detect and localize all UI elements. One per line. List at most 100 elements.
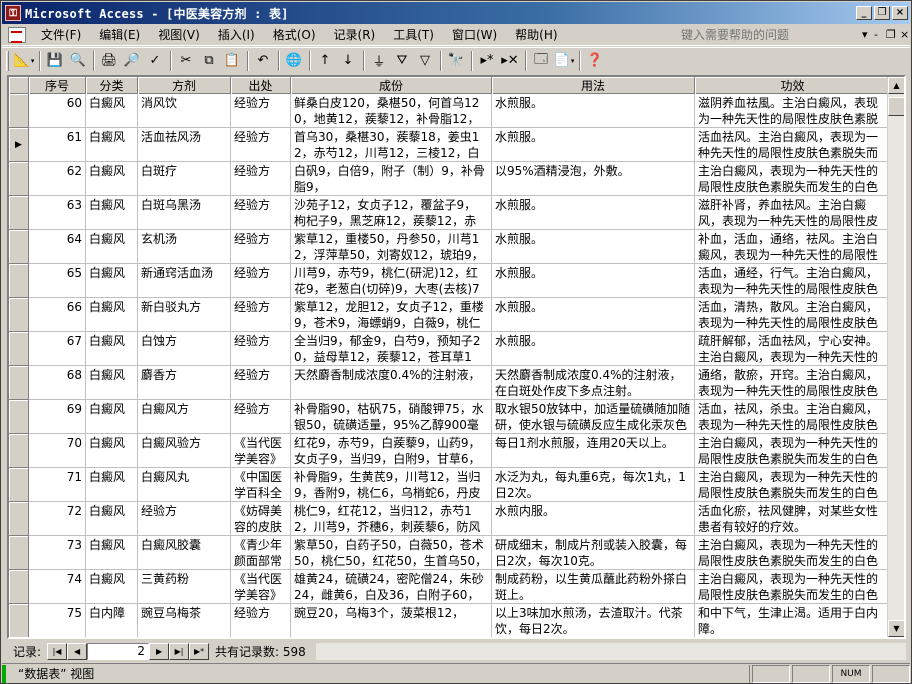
hyperlink-icon[interactable]: 🌐	[283, 50, 305, 72]
cell-formula[interactable]: 白斑乌黑汤	[138, 196, 231, 230]
cell-id[interactable]: 76	[29, 638, 86, 639]
current-record-input[interactable]: 2	[87, 642, 150, 660]
file-search-icon[interactable]: 🔍	[67, 50, 89, 72]
cell-formula[interactable]: 黄耆鲜胡芹	[138, 638, 231, 639]
row-selector[interactable]	[9, 468, 29, 502]
cell-ingredients[interactable]: 豌豆20，乌梅3个，菠菜根12，	[291, 604, 492, 637]
menu-edit[interactable]: 编辑(E)	[90, 25, 149, 45]
cell-formula[interactable]: 白癜风胶囊	[138, 536, 231, 570]
view-design-icon[interactable]: 📐 ▾	[13, 50, 35, 72]
cell-id[interactable]: 67	[29, 332, 86, 366]
cell-effect[interactable]: 通络，散瘀，开窍。主治白癜风，表现为一种先天性的局限性皮肤色素脱	[695, 366, 891, 400]
cell-category[interactable]: 白癜风	[86, 536, 138, 570]
cell-source[interactable]: 经验方	[231, 604, 291, 637]
table-row[interactable]: 71 白癜风 白癜风丸 《中国医学百科全 补骨脂9，生黄芪9，川芎12，当归9，香附9，…	[9, 468, 891, 502]
cell-category[interactable]: 白癜风	[86, 230, 138, 264]
cell-id[interactable]: 60	[29, 94, 86, 128]
row-selector[interactable]	[9, 502, 29, 536]
sort-ascending-icon[interactable]: ↑	[314, 50, 336, 72]
cell-id[interactable]: 65	[29, 264, 86, 298]
first-record-icon[interactable]: |◀	[47, 642, 68, 660]
filter-by-selection-icon[interactable]: ⏚	[368, 50, 390, 72]
menu-records[interactable]: 记录(R)	[325, 25, 385, 45]
cell-ingredients[interactable]: 紫草12，龙胆12，女贞子12，重楼9，苍术9，海螵蛸9，白薇9，桃仁	[291, 298, 492, 332]
cell-source[interactable]: 经验方	[231, 162, 291, 196]
cell-source[interactable]: 经验方	[231, 128, 291, 162]
mdi-restore-button[interactable]: ❐	[886, 28, 896, 41]
table-row[interactable]: 67 白癜风 白蚀方 经验方 全当归9，郁金9，白芍9，预知子20，益母草12，蒺藜12…	[9, 332, 891, 366]
cell-usage[interactable]: 天然麝香制成浓度0.4%的注射液，在白斑处作皮下多点注射。	[492, 366, 695, 400]
table-document-icon[interactable]	[8, 26, 26, 43]
cell-id[interactable]: 66	[29, 298, 86, 332]
row-selector[interactable]: ▶	[9, 128, 29, 162]
cell-usage[interactable]: 水煎服。	[492, 196, 695, 230]
cell-usage[interactable]: 以上3味加水煎汤，去渣取汁。代茶饮，每日2次。	[492, 604, 695, 637]
cell-category[interactable]: 白癜风	[86, 332, 138, 366]
cell-source[interactable]: 经验方	[231, 332, 291, 366]
cell-effect[interactable]: 活血，通经，行气。主治白癜风，表现为一种先天性的局限性皮肤色素脱	[695, 264, 891, 298]
mdi-dropdown-icon[interactable]: ▾	[862, 28, 868, 41]
cell-id[interactable]: 61	[29, 128, 86, 162]
database-window-icon[interactable]: 🗔	[530, 50, 552, 72]
mdi-minimize-button[interactable]: -	[874, 28, 878, 41]
cell-usage[interactable]: 每日1剂水煎服，连用20天以上。	[492, 434, 695, 468]
menu-insert[interactable]: 插入(I)	[209, 25, 264, 45]
cell-effect[interactable]: 主治白癜风，表现为一种先天性的局限性皮肤色素脱失而发生的白色斑片	[695, 162, 891, 196]
row-selector[interactable]	[9, 638, 29, 639]
cell-category[interactable]: 白癜风	[86, 298, 138, 332]
table-row[interactable]: 63 白癜风 白斑乌黑汤 经验方 沙苑子12，女贞子12，覆盆子9，枸杞子9，黑芝麻12…	[9, 196, 891, 230]
cell-effect[interactable]: 主治白癜风，表现为一种先天性的局限性皮肤色素脱失而发生的白色斑片	[695, 536, 891, 570]
cell-category[interactable]: 白癜风	[86, 196, 138, 230]
cell-ingredients[interactable]: 白矾9，白倍9，附子（制）9，补骨脂9，	[291, 162, 492, 196]
cell-ingredients[interactable]: 紫草50，白药子50，白薇50，苍术50，桃仁50，红花50，生首乌50，刺	[291, 536, 492, 570]
column-header-id[interactable]: 序号	[29, 77, 86, 94]
minimize-button[interactable]: _	[856, 6, 872, 20]
cell-ingredients[interactable]: 白蒺藜15，鲜芹12，鲜芹汁	[291, 638, 492, 639]
cell-category[interactable]: 白内障	[86, 638, 138, 639]
table-row[interactable]: 69 白癜风 白癜风方 经验方 补骨脂90，枯矾75，硝酸钾75，水银50，硫磺适量，9…	[9, 400, 891, 434]
column-header-ingredients[interactable]: 成份	[291, 77, 492, 94]
table-row[interactable]: 68 白癜风 麝香方 经验方 天然麝香制成浓度0.4%的注射液， 天然麝香制成浓度0.4%…	[9, 366, 891, 400]
restore-button[interactable]: ❐	[874, 6, 890, 20]
row-selector[interactable]	[9, 400, 29, 434]
cell-id[interactable]: 74	[29, 570, 86, 604]
cell-id[interactable]: 71	[29, 468, 86, 502]
cell-category[interactable]: 白癜风	[86, 468, 138, 502]
cell-source[interactable]: 经验方	[231, 366, 291, 400]
menu-format[interactable]: 格式(O)	[264, 25, 325, 45]
table-row[interactable]: 72 白癜风 经验方 《妨碍美容的皮肤 桃仁9，红花12，当归12，赤芍12，川芎9，芥…	[9, 502, 891, 536]
cell-category[interactable]: 白癜风	[86, 366, 138, 400]
new-object-icon[interactable]: 📄 ▾	[553, 50, 575, 72]
cell-id[interactable]: 75	[29, 604, 86, 637]
close-button[interactable]: ×	[892, 6, 908, 20]
cell-ingredients[interactable]: 天然麝香制成浓度0.4%的注射液，	[291, 366, 492, 400]
row-selector[interactable]	[9, 570, 29, 604]
menu-help[interactable]: 帮助(H)	[506, 25, 566, 45]
cell-ingredients[interactable]: 首乌30，桑椹30，蒺藜18，姜虫12，赤芍12，川芎12，三棱12，白术12	[291, 128, 492, 162]
help-icon[interactable]: ❓	[584, 50, 606, 72]
last-record-icon[interactable]: ▶|	[169, 642, 190, 660]
table-row[interactable]: 60 白癜风 消风饮 经验方 鲜桑白皮120，桑椹50，何首乌120，地黄12，蒺藜12…	[9, 94, 891, 128]
cell-ingredients[interactable]: 鲜桑白皮120，桑椹50，何首乌120，地黄12，蒺藜12，补骨脂12，益母草	[291, 94, 492, 128]
filter-by-form-icon[interactable]: ⛛	[391, 50, 413, 72]
cell-category[interactable]: 白癜风	[86, 400, 138, 434]
table-row[interactable]: 62 白癜风 白斑疗 经验方 白矾9，白倍9，附子（制）9，补骨脂9， 以95%酒精浸泡，…	[9, 162, 891, 196]
cell-ingredients[interactable]: 川芎9，赤芍9，桃仁(研泥)12，红花9，老葱白(切碎)9，大枣(去核)7	[291, 264, 492, 298]
cell-usage[interactable]: 水煎服。	[492, 94, 695, 128]
table-row[interactable]: 75 白内障 豌豆乌梅茶 经验方 豌豆20，乌梅3个，菠菜根12， 以上3味加水煎汤，去渣…	[9, 604, 891, 637]
row-selector[interactable]	[9, 94, 29, 128]
table-row[interactable]: 76白内障黄耆鲜胡芹经验方白蒺藜15，鲜芹12，鲜芹汁以上2味加水煎汤，去渣取汁…	[9, 638, 891, 639]
column-header-source[interactable]: 出处	[231, 77, 291, 94]
cell-category[interactable]: 白癜风	[86, 502, 138, 536]
row-selector[interactable]	[9, 230, 29, 264]
cell-usage[interactable]: 制成药粉，以生黄瓜蘸此药粉外搽白斑上。	[492, 570, 695, 604]
cell-effect[interactable]: 补血，活血，通络，祛风。主治白癜风，表现为一种先天性的局限性皮肤	[695, 230, 891, 264]
cell-usage[interactable]: 取水银50放钵中，加适量硫磺随加随研，使水银与硫磺反应生成化汞灰色	[492, 400, 695, 434]
cell-category[interactable]: 白癜风	[86, 128, 138, 162]
cell-id[interactable]: 73	[29, 536, 86, 570]
cell-formula[interactable]: 麝香方	[138, 366, 231, 400]
menu-file[interactable]: 文件(F)	[32, 25, 90, 45]
horizontal-scrollbar[interactable]	[315, 642, 906, 660]
cell-effect[interactable]: 清热解毒，健脾利水。适用于白内	[695, 638, 891, 639]
table-row[interactable]: 74 白癜风 三黄药粉 《当代医学美容》 雄黄24，硫磺24，密陀僧24，朱砂24，雌黄…	[9, 570, 891, 604]
